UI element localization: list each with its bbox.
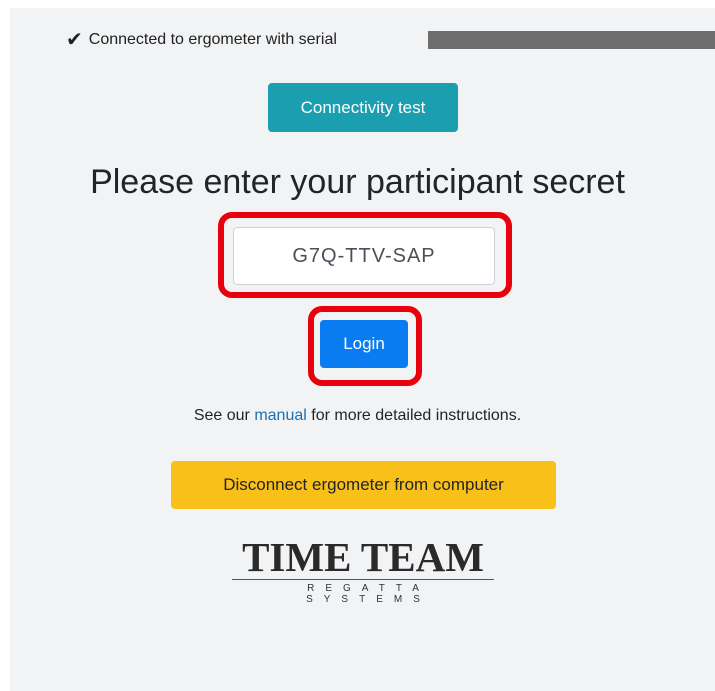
connectivity-test-button[interactable]: Connectivity test [268,83,458,132]
manual-link[interactable]: manual [254,407,306,424]
serial-redaction-bar [428,31,715,49]
time-team-logo: TIME TEAM REGATTA SYSTEMS [230,535,496,605]
manual-instructions: See our manual for more detailed instruc… [0,407,715,425]
connection-status-text: Connected to ergometer with serial [88,31,337,48]
connection-status: ✔ Connected to ergometer with serial [66,28,337,52]
logo-main-text: TIME TEAM [242,534,484,580]
page-heading: Please enter your participant secret [90,163,625,201]
login-button[interactable]: Login [320,320,408,368]
manual-suffix: for more detailed instructions. [306,407,522,424]
participant-secret-input[interactable] [233,227,495,285]
disconnect-ergometer-button[interactable]: Disconnect ergometer from computer [171,461,556,509]
check-icon: ✔ [66,29,83,51]
manual-prefix: See our [193,407,255,424]
logo-sub-text: REGATTA SYSTEMS [306,583,431,605]
